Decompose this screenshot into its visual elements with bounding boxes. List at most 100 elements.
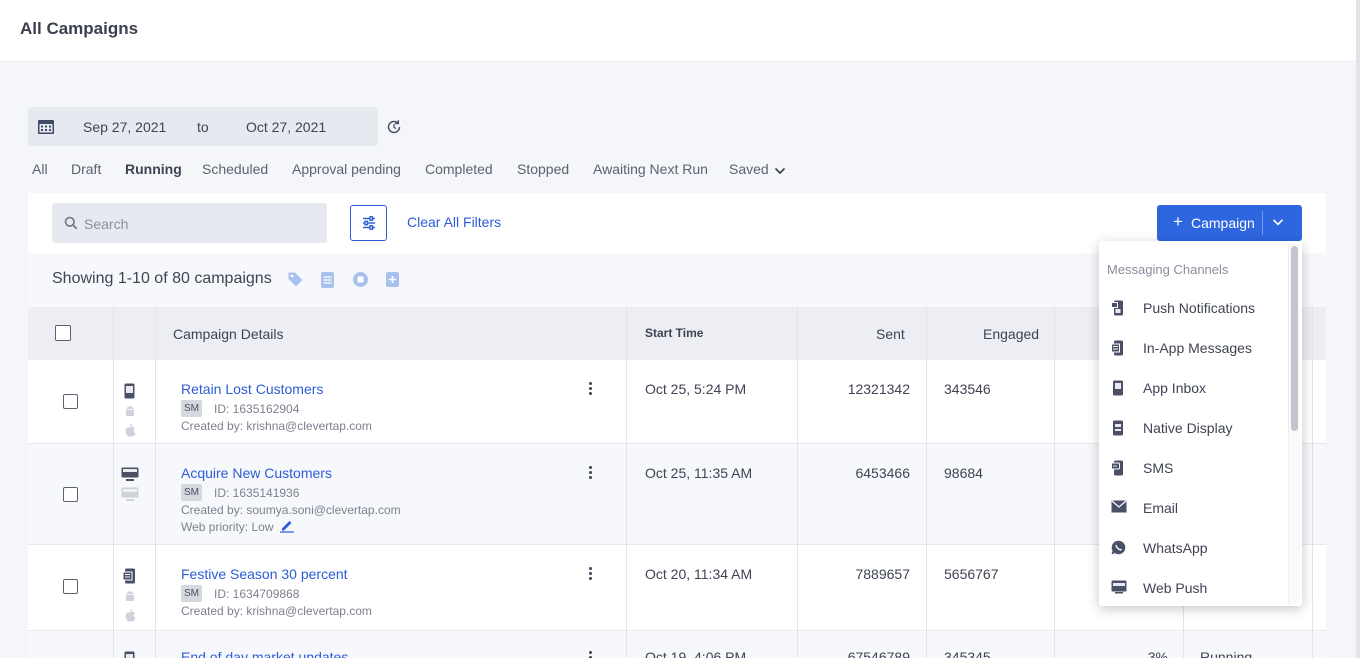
menu-item-email[interactable]: Email	[1099, 490, 1287, 526]
menu-item-label: Native Display	[1143, 420, 1233, 436]
segment-badge: SM	[181, 484, 202, 501]
chevron-down-icon[interactable]	[774, 163, 786, 181]
chevron-down-icon[interactable]	[1272, 218, 1284, 227]
menu-scrollbar-thumb[interactable]	[1291, 246, 1298, 431]
tab-completed[interactable]: Completed	[425, 161, 493, 177]
menu-item-label: In-App Messages	[1143, 340, 1252, 356]
menu-item-push-notifications[interactable]: Push Notifications	[1099, 290, 1287, 326]
engaged-count: 5656767	[944, 566, 999, 582]
more-options-icon[interactable]	[583, 381, 597, 397]
campaign-id: ID: 1635162904	[214, 402, 300, 416]
apple-icon	[123, 423, 137, 444]
desktop-icon	[121, 467, 139, 487]
menu-item-label: Email	[1143, 500, 1179, 516]
menu-item-sms[interactable]: SMS	[1099, 450, 1287, 486]
results-count: Showing 1-10 of 80 campaigns	[52, 270, 272, 287]
tab-awaiting-next-run[interactable]: Awaiting Next Run	[593, 161, 708, 177]
email-icon	[1111, 500, 1127, 518]
campaign-id: ID: 1634709868	[214, 587, 300, 601]
tag-icon[interactable]	[287, 271, 304, 293]
refresh-icon[interactable]	[386, 119, 402, 140]
start-time: Oct 20, 11:34 AM	[645, 566, 753, 582]
plus-icon: +	[1173, 212, 1183, 231]
row-checkbox[interactable]	[63, 394, 78, 409]
web-push-icon	[1111, 580, 1127, 599]
sms-icon	[1111, 460, 1125, 481]
column-divider	[926, 307, 927, 658]
in-app-icon	[122, 568, 137, 589]
sent-count: 6453466	[855, 465, 910, 481]
duplicate-icon[interactable]	[385, 271, 400, 293]
engaged-count: 343546	[944, 381, 991, 397]
segment-badge: SM	[181, 400, 202, 417]
tab-running[interactable]: Running	[125, 161, 182, 177]
top-bar: All Campaigns	[0, 0, 1360, 62]
stop-icon[interactable]	[352, 271, 369, 293]
menu-item-label: Push Notifications	[1143, 300, 1256, 316]
column-header-campaign-details[interactable]: Campaign Details	[173, 326, 284, 342]
inbox-icon	[1111, 380, 1125, 401]
calendar-icon[interactable]	[37, 118, 55, 140]
date-from[interactable]: Sep 27, 2021	[83, 119, 166, 135]
date-to-label: to	[197, 119, 209, 135]
android-icon	[123, 404, 137, 423]
segment-badge: SM	[181, 585, 202, 602]
more-options-icon[interactable]	[583, 465, 597, 481]
date-range-picker[interactable]: Sep 27, 2021 to Oct 27, 2021	[28, 107, 378, 146]
sent-count: 12321342	[847, 381, 910, 397]
menu-item-label: SMS	[1143, 460, 1174, 476]
filter-button[interactable]	[350, 205, 387, 241]
search-input[interactable]: Search	[52, 203, 327, 243]
column-divider	[797, 307, 798, 658]
row-checkbox[interactable]	[63, 579, 78, 594]
column-divider	[113, 307, 114, 658]
clear-all-filters-link[interactable]: Clear All Filters	[407, 214, 501, 230]
create-campaign-button[interactable]: + Campaign	[1157, 205, 1302, 241]
archive-icon[interactable]	[320, 271, 335, 294]
column-header-engaged[interactable]: Engaged	[983, 326, 1039, 342]
start-time: Oct 25, 5:24 PM	[645, 381, 747, 397]
more-options-icon[interactable]	[583, 566, 597, 582]
page-scrollbar[interactable]	[1356, 0, 1360, 658]
menu-item-in-app-messages[interactable]: In-App Messages	[1099, 330, 1287, 366]
status-badge: Running	[1200, 649, 1253, 658]
button-divider	[1262, 211, 1263, 235]
tab-scheduled[interactable]: Scheduled	[202, 161, 268, 177]
date-to[interactable]: Oct 27, 2021	[246, 119, 326, 135]
column-divider	[626, 307, 627, 658]
tab-all[interactable]: All	[32, 161, 48, 177]
created-by: Created by: krishna@clevertap.com	[181, 419, 372, 433]
campaign-name-link[interactable]: End of day market updates	[181, 649, 348, 658]
select-all-checkbox[interactable]	[55, 325, 71, 341]
campaign-name-link[interactable]: Acquire New Customers	[181, 465, 332, 481]
web-priority: Web priority: Low	[181, 520, 274, 534]
start-time: Oct 19, 4:06 PM	[645, 649, 747, 658]
column-header-sent[interactable]: Sent	[876, 326, 905, 342]
menu-item-whatsapp[interactable]: WhatsApp	[1099, 530, 1287, 566]
campaign-name-link[interactable]: Festive Season 30 percent	[181, 566, 348, 582]
in-app-icon	[1111, 340, 1125, 361]
tab-stopped[interactable]: Stopped	[517, 161, 569, 177]
android-icon	[123, 589, 137, 608]
menu-item-native-display[interactable]: Native Display	[1099, 410, 1287, 446]
menu-item-label: WhatsApp	[1143, 540, 1208, 556]
messaging-channels-menu: Messaging Channels Push Notifications In…	[1099, 241, 1302, 606]
more-options-icon[interactable]	[583, 650, 597, 658]
desktop-icon	[121, 487, 139, 507]
tab-saved[interactable]: Saved	[729, 161, 769, 177]
menu-item-app-inbox[interactable]: App Inbox	[1099, 370, 1287, 406]
tab-approval-pending[interactable]: Approval pending	[292, 161, 401, 177]
column-header-start-time[interactable]: Start Time	[645, 326, 703, 340]
menu-item-web-push[interactable]: Web Push	[1099, 570, 1287, 606]
menu-heading: Messaging Channels	[1107, 262, 1229, 277]
column-divider	[1312, 307, 1313, 658]
menu-item-label: App Inbox	[1143, 380, 1207, 396]
edit-pencil-icon[interactable]	[279, 518, 295, 538]
start-time: Oct 25, 11:35 AM	[645, 465, 753, 481]
sliders-icon	[363, 216, 375, 230]
tab-draft[interactable]: Draft	[71, 161, 101, 177]
campaign-name-link[interactable]: Retain Lost Customers	[181, 381, 323, 397]
row-checkbox[interactable]	[63, 487, 78, 502]
create-campaign-label: Campaign	[1191, 215, 1255, 231]
created-by: Created by: soumya.soni@clevertap.com	[181, 503, 401, 517]
